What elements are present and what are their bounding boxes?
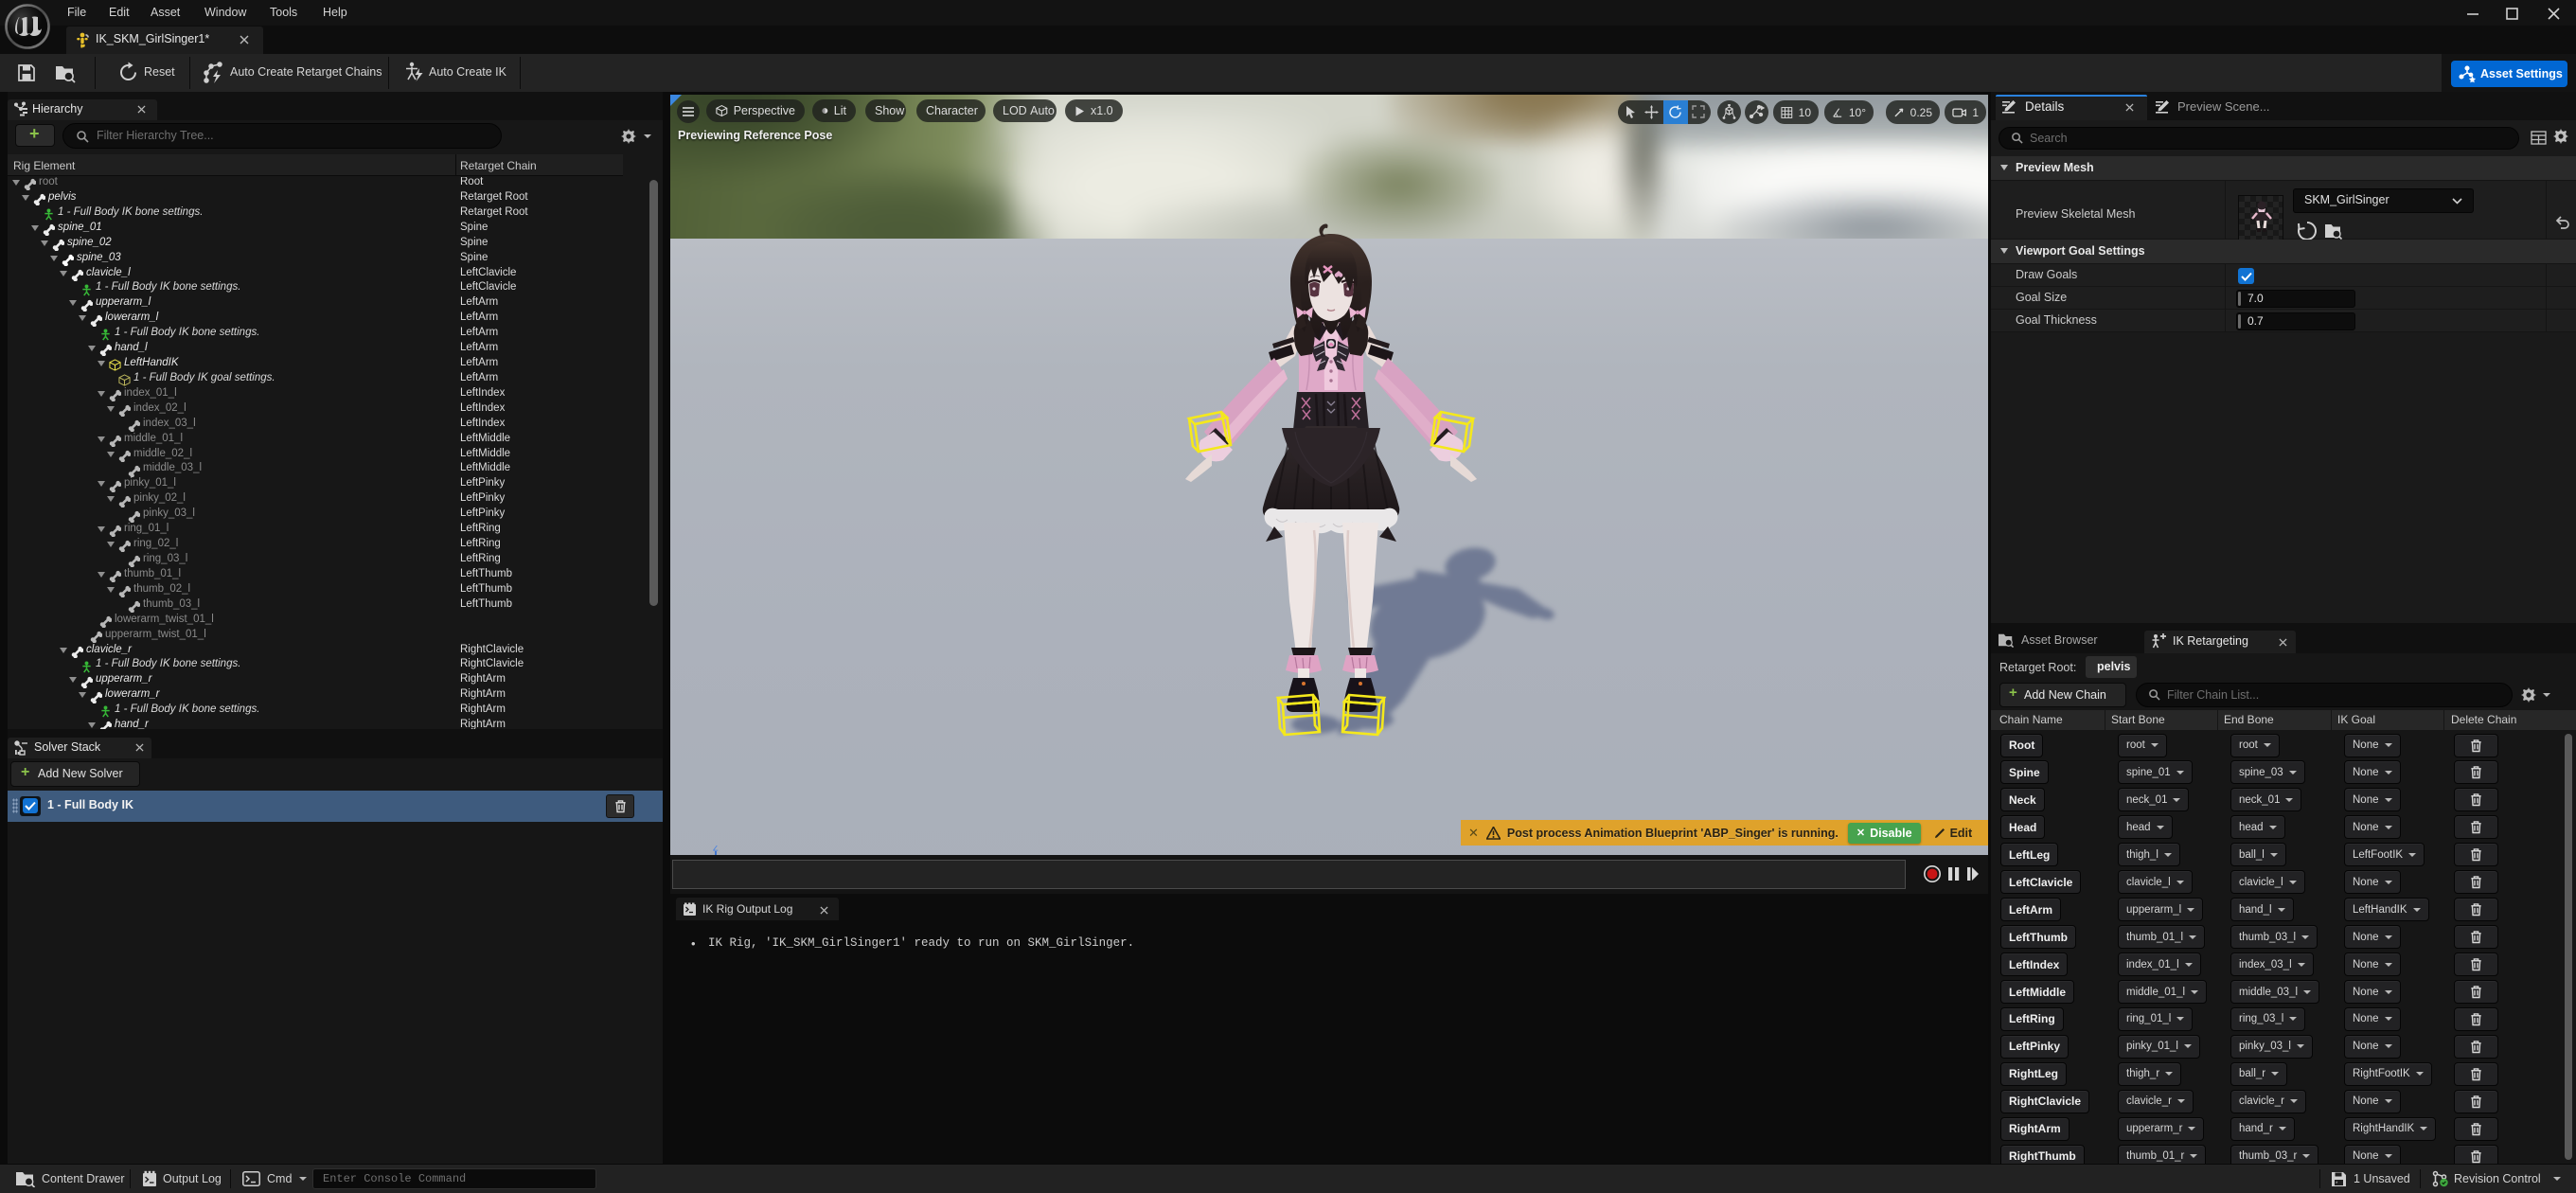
svg-text:Z: Z bbox=[713, 846, 719, 853]
